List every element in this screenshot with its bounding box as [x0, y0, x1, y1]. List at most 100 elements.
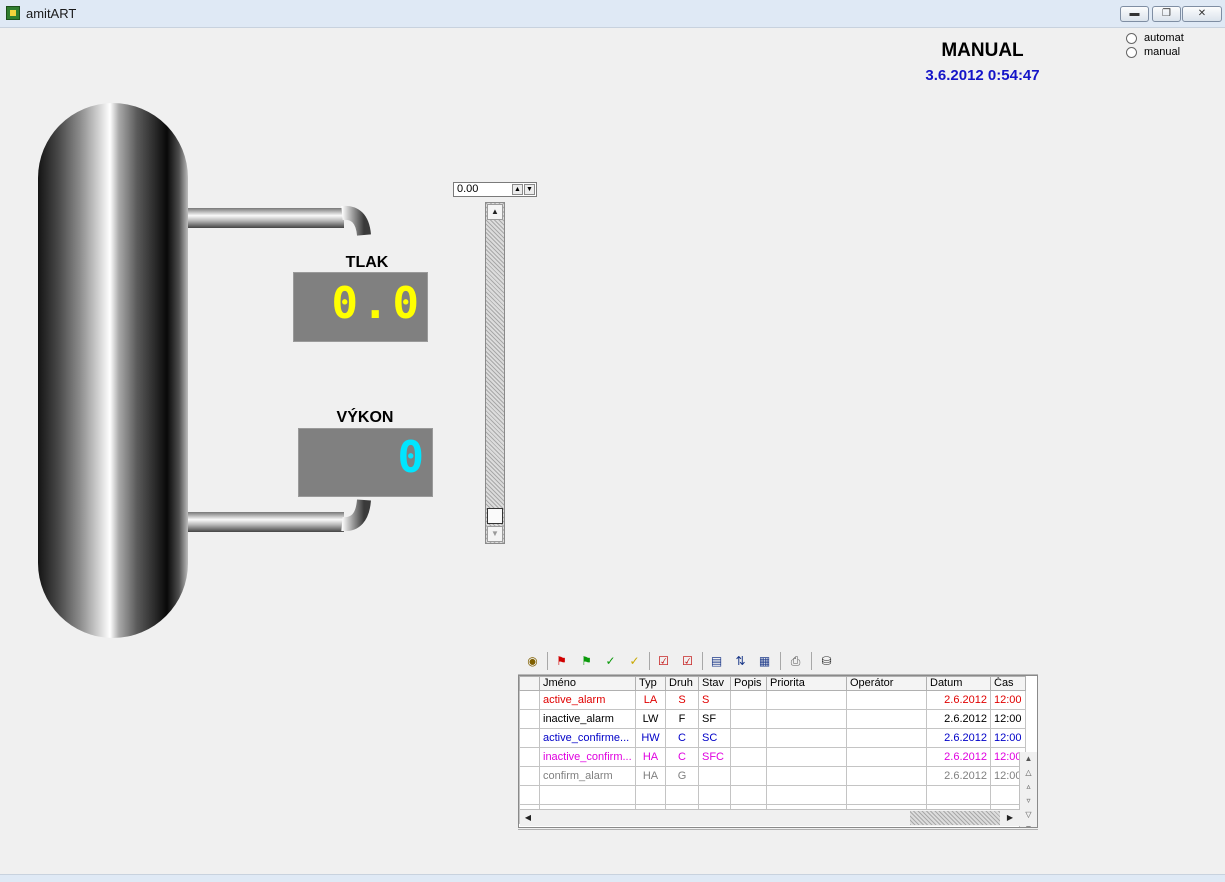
table-cell-empty — [846, 785, 927, 805]
close-button[interactable]: ✕ — [1182, 6, 1222, 22]
triangle-down-icon: ▼ — [491, 529, 499, 538]
row-header-cell[interactable] — [519, 747, 540, 767]
slider-thumb[interactable] — [487, 508, 503, 524]
col-header[interactable]: Typ — [635, 676, 666, 691]
table-cell — [846, 766, 927, 786]
table-cell — [846, 690, 927, 710]
slider-down-button[interactable]: ▼ — [487, 526, 503, 542]
table-cell: HA — [635, 747, 666, 767]
table-cell: 2.6.2012 — [926, 766, 991, 786]
confirm-all-button[interactable]: ☑ — [677, 651, 698, 671]
table-vertical-scrollbar[interactable]: ▲ △ ▵ ▿ ▽ ▼ — [1019, 752, 1037, 827]
flag-green-button[interactable]: ⚑ — [576, 651, 597, 671]
row-header-cell[interactable] — [519, 690, 540, 710]
col-header[interactable]: Jméno — [539, 676, 636, 691]
table-cell-empty — [665, 785, 699, 805]
tlak-value: 0.0 — [331, 278, 423, 329]
sort-z-a-icon: ⇅ — [735, 654, 746, 668]
pipe-elbow-lower — [341, 499, 371, 532]
col-header[interactable]: Datum — [926, 676, 991, 691]
minimize-button[interactable]: ▬ — [1120, 6, 1149, 22]
row-header-cell[interactable] — [519, 709, 540, 729]
app-icon[interactable] — [6, 6, 20, 20]
flag-red-button[interactable]: ⚑ — [551, 651, 572, 671]
table-row[interactable]: inactive_confirm... HA C SFC 2.6.2012 12:00 — [519, 747, 1026, 767]
scroll-top-button[interactable]: ▲ — [1023, 752, 1034, 765]
table-cell — [766, 747, 847, 767]
col-header[interactable]: Čas — [990, 676, 1026, 691]
scroll-down-button[interactable]: ▿ — [1023, 794, 1034, 807]
table-cell-empty — [698, 785, 731, 805]
radio-manual[interactable]: manual — [1126, 45, 1180, 59]
toolbar-separator — [702, 652, 703, 670]
row-header-cell[interactable] — [519, 728, 540, 748]
table-cell — [766, 728, 847, 748]
table-horizontal-scrollbar[interactable]: ◀ ▶ — [520, 809, 1020, 826]
pipe-elbow-upper — [341, 205, 371, 236]
lock-icon: ⛁ — [821, 654, 832, 668]
spin-down-button[interactable]: ▼ — [524, 184, 535, 195]
table-row[interactable]: inactive_alarm LW F SF 2.6.2012 12:00 — [519, 709, 1026, 729]
table-cell-empty — [539, 785, 636, 805]
scroll-page-down-button[interactable]: ▽ — [1023, 808, 1034, 821]
table-cell: S — [665, 690, 699, 710]
print-button[interactable]: ⎙ — [785, 651, 806, 671]
table-cell — [766, 690, 847, 710]
table-cell: active_confirme... — [539, 728, 636, 748]
table-cell — [730, 747, 767, 767]
datetime-display: 3.6.2012 0:54:47 — [925, 67, 1040, 84]
table-cell — [730, 709, 767, 729]
radio-circle-icon[interactable] — [1126, 46, 1137, 58]
table-row[interactable]: active_confirme... HW C SC 2.6.2012 12:00 — [519, 728, 1026, 748]
col-header[interactable]: Operátor — [846, 676, 927, 691]
restore-button[interactable]: ❐ — [1152, 6, 1181, 22]
scroll-h-track[interactable] — [910, 811, 1000, 825]
triangle-up-icon: ▲ — [491, 207, 499, 216]
scroll-up-button[interactable]: ▵ — [1023, 780, 1034, 793]
slider-up-button[interactable]: ▲ — [487, 204, 503, 220]
table-cell: LA — [635, 690, 666, 710]
col-header[interactable]: Priorita — [766, 676, 847, 691]
setpoint-spinbox[interactable]: 0.00 ▲ ▼ — [453, 182, 537, 197]
flag-yellow-check-icon: ✓ — [629, 654, 640, 668]
sort-button[interactable]: ⇅ — [730, 651, 751, 671]
scroll-left-button[interactable]: ◀ — [521, 811, 535, 825]
pipe-lower — [188, 512, 344, 532]
col-header[interactable]: Druh — [665, 676, 699, 691]
row-header-cell[interactable] — [519, 766, 540, 786]
vykon-display: 0 — [298, 428, 433, 497]
scroll-bottom-button[interactable]: ▼ — [1023, 822, 1034, 827]
table-cell: inactive_confirm... — [539, 747, 636, 767]
flag-green-check-button[interactable]: ✓ — [600, 651, 621, 671]
scroll-page-up-button[interactable]: △ — [1023, 766, 1034, 779]
table-cell: inactive_alarm — [539, 709, 636, 729]
flag-yellow-check-button[interactable]: ✓ — [624, 651, 645, 671]
radio-automat[interactable]: automat — [1126, 31, 1184, 45]
table-cell: G — [665, 766, 699, 786]
table-cell: SFC — [698, 747, 731, 767]
col-header[interactable]: Stav — [698, 676, 731, 691]
checkbox-check-icon: ☑ — [658, 654, 669, 668]
table-row[interactable]: active_alarm LA S S 2.6.2012 12:00 — [519, 690, 1026, 710]
toolbar-separator — [780, 652, 781, 670]
table-cell-empty — [766, 785, 847, 805]
window-button[interactable]: ▤ — [706, 651, 727, 671]
lock-button[interactable]: ⛁ — [816, 651, 837, 671]
alarm-table-grid: Jméno Typ Druh Stav Popis Priorita Operá… — [519, 676, 1026, 824]
table-button[interactable]: ▦ — [754, 651, 775, 671]
window-title: amitART — [26, 6, 77, 21]
radio-circle-icon[interactable] — [1126, 32, 1137, 44]
confirm-button[interactable]: ☑ — [653, 651, 674, 671]
col-header[interactable]: Popis — [730, 676, 767, 691]
table-cell-empty — [730, 785, 767, 805]
table-row[interactable]: confirm_alarm HA G 2.6.2012 12:00 — [519, 766, 1026, 786]
scroll-right-button[interactable]: ▶ — [1003, 811, 1017, 825]
setpoint-slider[interactable]: ▲ ▼ — [485, 202, 505, 544]
spin-up-button[interactable]: ▲ — [512, 184, 523, 195]
restore-icon: ❐ — [1162, 8, 1171, 19]
table-cell — [730, 728, 767, 748]
find-button[interactable]: ◉ — [522, 651, 543, 671]
setpoint-value[interactable]: 0.00 — [457, 183, 478, 196]
table-cell: C — [665, 728, 699, 748]
window-icon: ▤ — [710, 654, 723, 668]
